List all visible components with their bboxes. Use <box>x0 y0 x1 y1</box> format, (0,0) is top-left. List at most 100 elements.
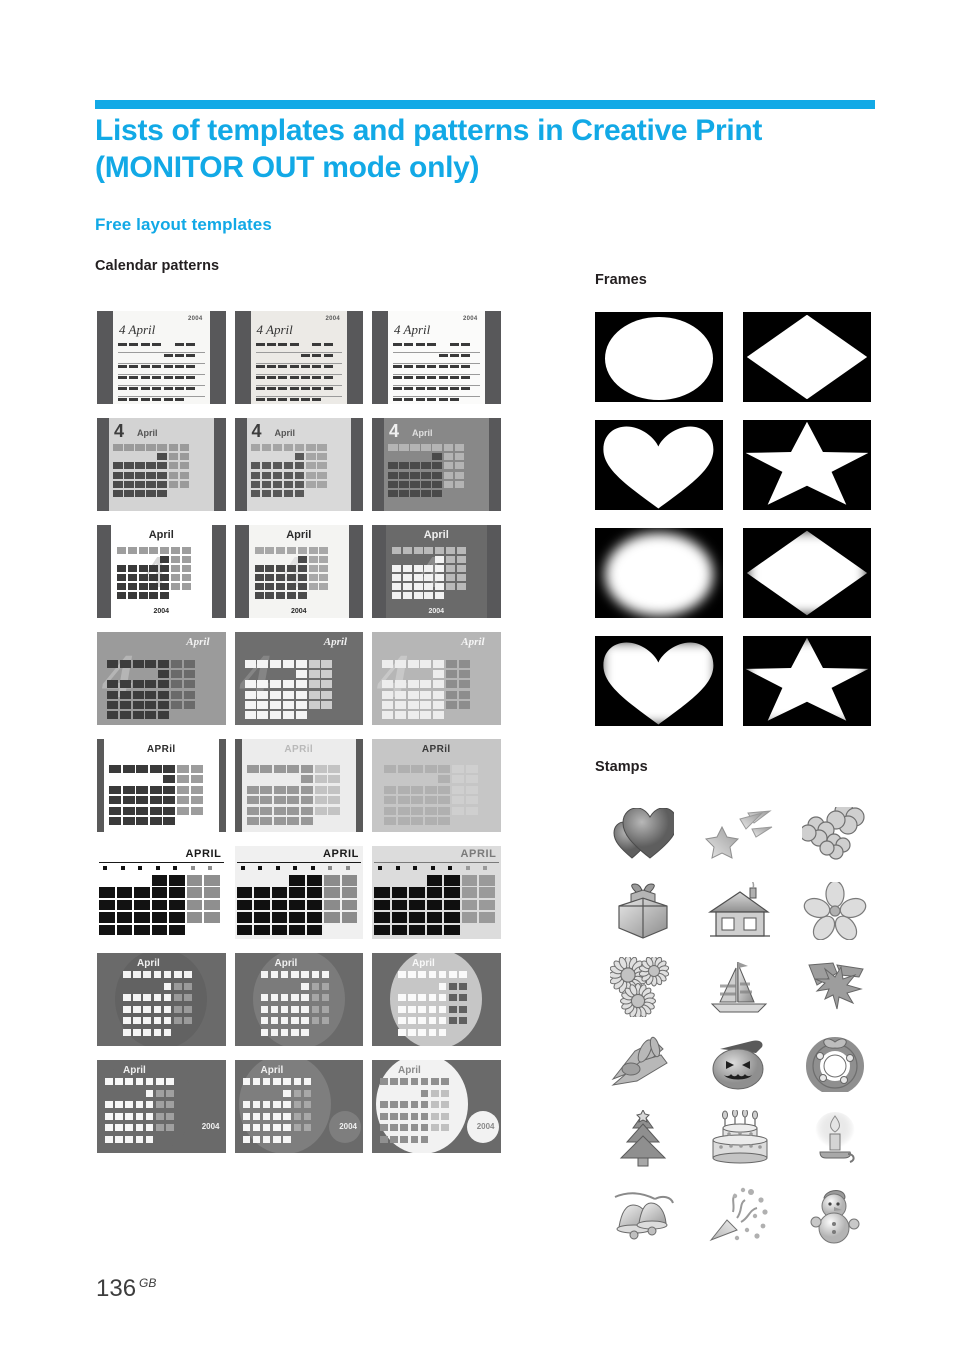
calendar-day-cell <box>127 565 137 572</box>
calendar-day-cell <box>244 711 256 719</box>
snowman-stamp <box>806 1186 864 1244</box>
calendar-pattern-thumbnail[interactable]: 4April2004 <box>234 525 363 618</box>
calendar-pattern-thumbnail[interactable]: 4April2004 <box>97 525 226 618</box>
stamp-thumbnail[interactable] <box>595 1180 691 1250</box>
calendar-pattern-thumbnail[interactable]: 4 April <box>97 632 226 725</box>
calendar-day-dash <box>129 354 138 357</box>
calendar-day-cell <box>204 887 220 898</box>
calendar-pattern-thumbnail[interactable]: April <box>97 953 226 1046</box>
calendar-pattern-thumbnail[interactable]: APRil <box>234 739 363 832</box>
calendar-pattern-thumbnail[interactable]: April <box>234 953 363 1046</box>
calendar-month-name: April <box>274 958 298 969</box>
calendar-pattern-thumbnail[interactable]: 4 April <box>234 418 363 511</box>
calendar-day-cell <box>151 887 167 898</box>
calendar-day-cell <box>444 875 460 886</box>
calendar-day-cell <box>158 670 170 679</box>
calendar-day-cell <box>341 899 357 911</box>
calendar-day-cell <box>117 565 126 572</box>
stamp-thumbnail[interactable] <box>691 876 787 946</box>
calendar-day-cell <box>246 765 259 773</box>
calendar-day-cell <box>306 887 322 898</box>
stamp-thumbnail[interactable] <box>691 952 787 1022</box>
calendar-day-cell <box>390 1112 398 1120</box>
calendar-day-cell <box>174 982 182 990</box>
frame-thumbnail-diamond-soft[interactable] <box>743 528 871 618</box>
stamp-thumbnail[interactable] <box>691 1180 787 1250</box>
calendar-day-cell <box>479 899 495 911</box>
calendar-pattern-thumbnail[interactable]: 2004 4 April <box>234 311 363 404</box>
calendar-month-name: APRil <box>146 744 176 755</box>
calendar-day-cell <box>242 1135 251 1143</box>
calendar-day-cell <box>286 547 296 554</box>
calendar-pattern-thumbnail[interactable]: April 2004 <box>97 1060 226 1153</box>
stamp-thumbnail[interactable] <box>787 876 883 946</box>
stamp-thumbnail[interactable] <box>691 1104 787 1174</box>
calendar-pattern-thumbnail[interactable]: 2004 4 April <box>97 311 226 404</box>
calendar-day-cell <box>119 690 131 699</box>
stamp-thumbnail[interactable] <box>595 800 691 870</box>
calendar-pattern-thumbnail[interactable]: 4April2004 <box>372 525 501 618</box>
calendar-pattern-thumbnail[interactable]: 4 April <box>97 418 226 511</box>
calendar-pattern-thumbnail[interactable]: 4 April <box>372 632 501 725</box>
frame-thumbnail-heart-soft[interactable] <box>595 636 723 726</box>
calendar-pattern-thumbnail[interactable]: April 2004 <box>372 1060 501 1153</box>
calendar-day-cell <box>113 490 123 497</box>
stamp-thumbnail[interactable] <box>787 1028 883 1098</box>
calendar-pattern-thumbnail[interactable]: APRIL <box>372 846 501 939</box>
calendar-day-cell <box>115 1124 123 1132</box>
calendar-pattern-thumbnail[interactable]: 2004 4 April <box>372 311 501 404</box>
calendar-divider <box>236 862 361 864</box>
calendar-pattern-thumbnail[interactable]: APRil <box>372 739 501 832</box>
calendar-day-cell <box>438 765 451 773</box>
calendar-day-cell <box>145 700 157 709</box>
stamp-thumbnail[interactable] <box>691 1028 787 1098</box>
stamp-thumbnail[interactable] <box>595 876 691 946</box>
calendar-day-cell <box>293 1101 302 1109</box>
calendar-day-dash <box>174 376 184 380</box>
calendar-pattern-thumbnail[interactable]: 4 April <box>372 418 501 511</box>
calendar-day-cell <box>483 866 487 870</box>
calendar-day-cell <box>374 924 390 936</box>
stamp-thumbnail[interactable] <box>595 952 691 1022</box>
calendar-day-cell <box>420 680 432 689</box>
calendar-day-dash <box>163 398 173 402</box>
calendar-day-dash <box>174 398 184 402</box>
calendar-panel: APRil <box>104 739 219 832</box>
stamp-thumbnail[interactable] <box>787 800 883 870</box>
stamp-thumbnail[interactable] <box>595 1028 691 1098</box>
frame-thumbnail-ellipse-soft[interactable] <box>595 528 723 618</box>
section-subheading: Free layout templates <box>95 215 272 234</box>
calendar-pattern-thumbnail[interactable]: April 2004 <box>234 1060 363 1153</box>
stamp-thumbnail[interactable] <box>595 1104 691 1174</box>
calendar-day-cell <box>424 565 434 572</box>
calendar-pattern-thumbnail[interactable]: April <box>372 953 501 1046</box>
calendar-day-dash <box>174 354 184 358</box>
frame-thumbnail-star-hard[interactable] <box>743 420 871 510</box>
calendar-day-row <box>255 342 342 353</box>
calendar-pattern-thumbnail[interactable]: APRIL <box>234 846 363 939</box>
frame-thumbnail-star-soft[interactable] <box>743 636 871 726</box>
stamps-row <box>595 876 883 946</box>
calendar-day-cell <box>135 1112 144 1120</box>
frame-thumbnail-ellipse-hard[interactable] <box>595 312 723 402</box>
calendar-day-cell <box>204 899 220 911</box>
calendar-day-cell <box>428 994 437 1002</box>
calendar-pattern-thumbnail[interactable]: APRil <box>97 739 226 832</box>
calendar-day-cell <box>413 583 423 590</box>
calendar-pattern-thumbnail[interactable]: APRIL <box>97 846 226 939</box>
stamp-thumbnail[interactable] <box>691 800 787 870</box>
frame-thumbnail-diamond-hard[interactable] <box>743 312 871 402</box>
calendar-day-cell <box>252 1078 261 1086</box>
stamp-thumbnail[interactable] <box>787 1180 883 1250</box>
calendar-day-cell <box>291 971 299 979</box>
calendar-pattern-thumbnail[interactable]: 4 April <box>234 632 363 725</box>
stamp-thumbnail[interactable] <box>787 952 883 1022</box>
stamp-thumbnail[interactable] <box>787 1104 883 1174</box>
frames-row <box>595 636 871 726</box>
calendar-day-cell <box>286 583 296 590</box>
calendar-day-cell <box>430 866 435 870</box>
calendar-day-cell <box>426 875 442 886</box>
frame-thumbnail-heart-hard[interactable] <box>595 420 723 510</box>
calendar-day-cell <box>181 556 191 563</box>
calendar-day-cell <box>153 1017 162 1025</box>
